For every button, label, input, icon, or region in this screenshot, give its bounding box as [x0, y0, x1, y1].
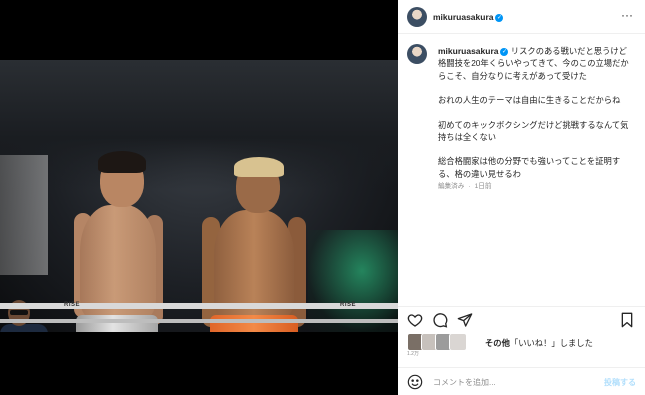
ring-rope-top [0, 303, 398, 309]
caption-paragraph-2: おれの人生のテーマは自由に生きることだからね [438, 95, 621, 106]
rope-brand-left: RISE [64, 302, 81, 308]
verified-badge-icon: ✓ [495, 13, 504, 22]
caption-paragraph-4: 総合格闘家は他の分野でも強いってことを証明する、格の違い見せるわ [438, 156, 621, 179]
post-photo[interactable]: RISE RISE [0, 60, 398, 332]
ring-rope-bottom [0, 319, 398, 323]
bookmark-icon[interactable] [619, 312, 635, 328]
caption-meta: 編集済み · 1日前 [438, 181, 634, 193]
background-light [308, 230, 398, 332]
share-icon[interactable] [457, 312, 473, 328]
more-options-icon[interactable]: ··· [621, 9, 633, 21]
meta-separator: · [468, 183, 471, 191]
post-time[interactable]: 1日前 [475, 183, 492, 190]
verified-badge-icon: ✓ [500, 47, 509, 56]
edited-label: 編集済み [438, 183, 465, 191]
action-bar [398, 306, 645, 330]
post-comment-button[interactable]: 投稿する [604, 377, 636, 388]
comment-input[interactable] [433, 374, 593, 390]
caption-section: mikuruasakura ✓ リスクのある戦いだと思うけど格闘技を20年くらいや… [398, 34, 645, 304]
comment-icon[interactable] [432, 312, 448, 328]
caption-paragraph-3: 初めてのキックボクシングだけど挑戦するなんて気持ちは全くない [438, 119, 629, 143]
post-media-pane[interactable]: RISE RISE [0, 0, 398, 395]
arena-sign [0, 155, 48, 275]
likes-summary[interactable]: その他「いいね！」しました [485, 337, 593, 349]
caption-text: mikuruasakura ✓ リスクのある戦いだと思うけど格闘技を20年くらいや… [438, 45, 634, 194]
caption-username[interactable]: mikuruasakura ✓ [438, 46, 509, 56]
liker-avatars[interactable] [407, 333, 477, 351]
rope-brand-right: RISE [340, 302, 357, 308]
likes-section: 1.2万 その他「いいね！」しました [398, 330, 645, 357]
caption-avatar-icon[interactable] [407, 44, 427, 64]
comment-bar: 投稿する [398, 367, 645, 395]
post-header: mikuruasakura ✓ ··· [398, 0, 645, 34]
likes-count-small: 1.2万 [407, 351, 419, 357]
profile-avatar-icon[interactable] [407, 7, 427, 27]
emoji-icon[interactable] [407, 374, 423, 390]
header-username[interactable]: mikuruasakura ✓ [433, 12, 504, 22]
heart-icon[interactable] [407, 312, 423, 328]
post-side-panel: mikuruasakura ✓ ··· mikuruasakura ✓ リスクのある… [398, 0, 645, 395]
